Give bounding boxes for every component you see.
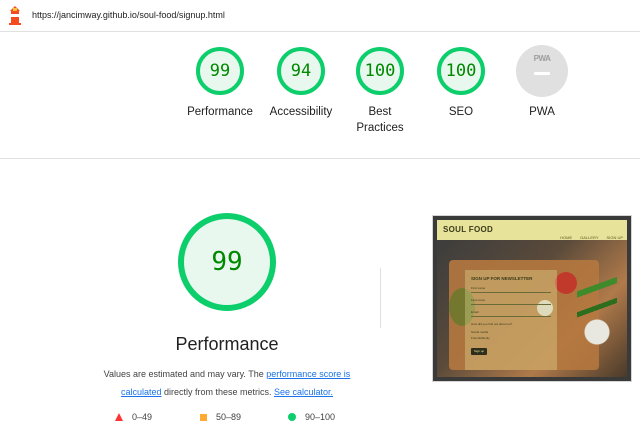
final-screenshot[interactable]: SOUL FOOD HOME GALLERY SIGN UP SIGN UP F… [432, 215, 632, 382]
site-header: SOUL FOOD HOME GALLERY SIGN UP [437, 220, 627, 240]
gauge-pwa[interactable]: PWA PWA [502, 45, 582, 120]
pwa-dash [534, 72, 550, 75]
performance-title: Performance [175, 334, 279, 354]
field-last-name: Last name [471, 298, 551, 305]
scallion-decoration [577, 260, 617, 350]
gauge-score: 99 [196, 47, 244, 95]
gauge-best-practices[interactable]: 100 Best Practices [341, 47, 419, 136]
gauge-accessibility[interactable]: 94 Accessibility [261, 47, 341, 120]
field-first-name: First name [471, 286, 551, 293]
gauge-label: Performance [187, 106, 253, 118]
performance-description: Values are estimated and may vary. The p… [90, 365, 364, 401]
pwa-icon: PWA [516, 45, 568, 97]
option-friends: Friends/family [471, 336, 490, 340]
pwa-badge-text: PWA [533, 54, 551, 63]
gauge-label: PWA [529, 106, 555, 118]
vertical-divider [380, 268, 381, 328]
legend-range: 90–100 [305, 412, 336, 422]
site-hero-image: SIGN UP FOR NEWSLETTER First name Last n… [437, 240, 627, 377]
circle-icon [288, 413, 296, 421]
section-divider [0, 158, 640, 159]
address-bar: https://jancimway.github.io/soul-food/si… [0, 0, 640, 32]
see-calculator-link[interactable]: See calculator. [274, 387, 333, 397]
performance-gauge: 99 [178, 213, 276, 311]
gauge-score: 100 [437, 47, 485, 95]
tomato-decoration [555, 272, 577, 294]
gauge-performance[interactable]: 99 Performance [180, 47, 260, 120]
desc-text: Values are estimated and may vary. The [103, 369, 267, 379]
legend-average: 50–89 [200, 412, 241, 422]
gauge-label: Accessibility [269, 106, 333, 118]
triangle-icon [115, 413, 123, 421]
form-prompt: How did you find out about us? [471, 322, 513, 326]
legend-fail: 0–49 [115, 412, 152, 422]
legend-range: 0–49 [132, 412, 153, 422]
square-icon [200, 413, 207, 421]
newsletter-title: SIGN UP FOR NEWSLETTER [471, 276, 533, 281]
field-email: Email [471, 310, 551, 317]
page-url[interactable]: https://jancimway.github.io/soul-food/si… [32, 10, 225, 20]
gauge-label: Best Practices [356, 106, 404, 134]
gauge-score: 94 [277, 47, 325, 95]
signup-button: Sign up [471, 348, 487, 355]
gauge-label: SEO [448, 106, 474, 118]
legend-pass: 90–100 [288, 412, 335, 422]
gauge-score: 100 [356, 47, 404, 95]
legend-range: 50–89 [216, 412, 242, 422]
site-brand: SOUL FOOD [443, 225, 494, 234]
lighthouse-icon [9, 6, 21, 25]
gauge-seo[interactable]: 100 SEO [421, 47, 501, 120]
newsletter-form: SIGN UP FOR NEWSLETTER First name Last n… [465, 270, 557, 370]
desc-text: directly from these metrics. [161, 387, 274, 397]
